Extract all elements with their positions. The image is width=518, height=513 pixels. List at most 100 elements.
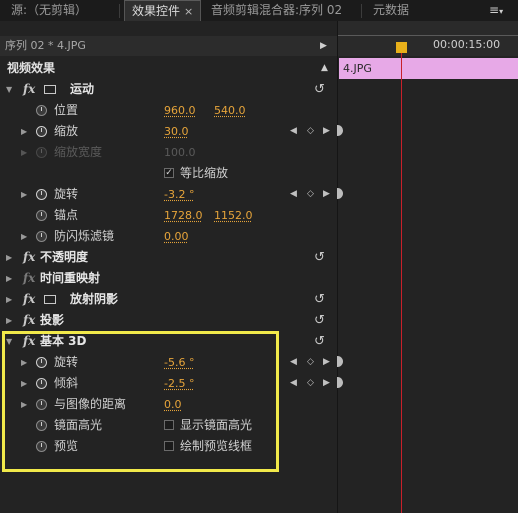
property-row-rotation: ▶ 旋转 -3.2 ° ◀ ◇ ▶ <box>0 184 337 205</box>
twirl-closed-icon[interactable]: ▶ <box>6 268 12 289</box>
effect-row-drop-shadow[interactable]: ▶ fx 投影 ↺ <box>0 310 337 331</box>
keyframe-marker[interactable] <box>337 356 343 367</box>
stopwatch-icon[interactable] <box>36 378 47 389</box>
effect-row-opacity[interactable]: ▶ fx 不透明度 ↺ <box>0 247 337 268</box>
property-label: 与图像的距离 <box>54 397 127 411</box>
show-timeline-arrow-icon[interactable]: ▶ <box>320 36 327 56</box>
effect-row-radial-shadow[interactable]: ▶ fx 放射阴影 ↺ <box>0 289 337 310</box>
stopwatch-icon[interactable] <box>36 420 47 431</box>
keyframe-marker[interactable] <box>337 125 343 136</box>
scale-value[interactable]: 30.0 <box>164 121 189 142</box>
add-keyframe-icon[interactable]: ◇ <box>307 121 314 142</box>
clip-bar[interactable]: 4.JPG <box>339 58 505 79</box>
prev-keyframe-icon[interactable]: ◀ <box>290 121 297 142</box>
tab-metadata[interactable]: 元数据 <box>366 0 416 21</box>
transform-handle-icon[interactable] <box>44 85 56 94</box>
twirl-closed-icon[interactable]: ▶ <box>21 394 27 415</box>
position-x-value[interactable]: 960.0 <box>164 100 196 121</box>
fx-toggle-icon: fx <box>23 271 36 285</box>
prev-keyframe-icon[interactable]: ◀ <box>290 352 297 373</box>
fx-toggle-icon[interactable]: fx <box>23 247 35 268</box>
property-row-swivel: ▶ 旋转 -5.6 ° ◀ ◇ ▶ <box>0 352 337 373</box>
anchor-x-value[interactable]: 1728.0 <box>164 205 203 226</box>
keyframe-marker[interactable] <box>337 377 343 388</box>
antiflicker-value[interactable]: 0.00 <box>164 226 189 247</box>
anchor-y-value[interactable]: 1152.0 <box>214 205 253 226</box>
distance-value[interactable]: 0.0 <box>164 394 182 415</box>
transform-handle-icon[interactable] <box>44 295 56 304</box>
panel-tab-bar: 源:（无剪辑） 效果控件 × 音频剪辑混合器:序列 02 元数据 ≡▾ <box>0 0 518 22</box>
tab-audio-clip-mixer[interactable]: 音频剪辑混合器:序列 02 <box>204 0 349 21</box>
next-keyframe-icon[interactable]: ▶ <box>323 352 330 373</box>
fx-toggle-icon[interactable]: fx <box>23 331 35 352</box>
stopwatch-icon[interactable] <box>36 357 47 368</box>
twirl-open-icon[interactable]: ▼ <box>6 79 12 100</box>
effect-row-basic3d[interactable]: ▼ fx 基本 3D ↺ <box>0 331 337 352</box>
specular-option-label: 显示镜面高光 <box>180 418 253 432</box>
preview-wireframe-checkbox[interactable] <box>164 441 174 451</box>
next-keyframe-icon[interactable]: ▶ <box>323 121 330 142</box>
timeline-zoom-bar[interactable] <box>338 21 518 36</box>
property-label: 位置 <box>54 103 79 117</box>
twirl-closed-icon[interactable]: ▶ <box>6 247 12 268</box>
prev-keyframe-icon[interactable]: ◀ <box>290 373 297 394</box>
specular-checkbox[interactable] <box>164 420 174 430</box>
twirl-closed-icon[interactable]: ▶ <box>6 310 12 331</box>
next-keyframe-icon[interactable]: ▶ <box>323 184 330 205</box>
property-row-scale: ▶ 缩放 30.0 ◀ ◇ ▶ <box>0 121 337 142</box>
panel-menu-icon[interactable]: ≡▾ <box>482 0 510 21</box>
clip-name: 4.JPG <box>343 62 372 75</box>
reset-icon[interactable]: ↺ <box>314 79 325 100</box>
twirl-closed-icon[interactable]: ▶ <box>21 352 27 373</box>
stopwatch-icon[interactable] <box>36 231 47 242</box>
collapse-up-icon[interactable]: ▲ <box>321 58 328 78</box>
position-y-value[interactable]: 540.0 <box>214 100 246 121</box>
property-label: 防闪烁滤镜 <box>54 229 115 243</box>
prev-keyframe-icon[interactable]: ◀ <box>290 184 297 205</box>
fx-toggle-icon[interactable]: fx <box>23 310 35 331</box>
timeline-ruler[interactable]: 00:00:15:00 <box>338 36 518 56</box>
stopwatch-icon[interactable] <box>36 441 47 452</box>
stopwatch-icon[interactable] <box>36 189 47 200</box>
tab-effect-controls-label: 效果控件 <box>132 4 181 18</box>
tab-effect-controls[interactable]: 效果控件 × <box>124 0 202 22</box>
fx-toggle-icon[interactable]: fx <box>23 289 35 310</box>
swivel-value[interactable]: -5.6 ° <box>164 352 194 373</box>
keyframe-marker[interactable] <box>337 188 343 199</box>
stopwatch-icon[interactable] <box>36 399 47 410</box>
tab-metadata-label: 元数据 <box>373 3 410 17</box>
effect-row-motion[interactable]: ▼ fx 运动 ↺ <box>0 79 337 100</box>
playhead-handle-icon[interactable] <box>396 42 407 53</box>
next-keyframe-icon[interactable]: ▶ <box>323 373 330 394</box>
property-row-anchor: 锚点 1728.0 1152.0 <box>0 205 337 226</box>
property-label: 缩放宽度 <box>54 145 103 159</box>
twirl-closed-icon[interactable]: ▶ <box>21 226 27 247</box>
reset-icon[interactable]: ↺ <box>314 247 325 268</box>
uniform-scale-checkbox[interactable]: ✓ <box>164 168 174 178</box>
property-row-scale-width: ▶ 缩放宽度 100.0 <box>0 142 337 163</box>
tab-source[interactable]: 源:（无剪辑） <box>4 0 94 21</box>
reset-icon[interactable]: ↺ <box>314 331 325 352</box>
add-keyframe-icon[interactable]: ◇ <box>307 184 314 205</box>
tab-audio-clip-mixer-label: 音频剪辑混合器:序列 02 <box>211 3 343 17</box>
twirl-closed-icon[interactable]: ▶ <box>21 373 27 394</box>
effect-row-time-remap[interactable]: ▶ fx 时间重映射 <box>0 268 337 289</box>
reset-icon[interactable]: ↺ <box>314 310 325 331</box>
add-keyframe-icon[interactable]: ◇ <box>307 352 314 373</box>
property-label: 缩放 <box>54 124 79 138</box>
reset-icon[interactable]: ↺ <box>314 289 325 310</box>
twirl-open-icon[interactable]: ▼ <box>6 331 12 352</box>
tilt-value[interactable]: -2.5 ° <box>164 373 194 394</box>
add-keyframe-icon[interactable]: ◇ <box>307 373 314 394</box>
close-icon[interactable]: × <box>184 5 193 18</box>
twirl-closed-icon[interactable]: ▶ <box>6 289 12 310</box>
playhead-line[interactable] <box>401 48 402 513</box>
stopwatch-icon[interactable] <box>36 105 47 116</box>
twirl-closed-icon[interactable]: ▶ <box>21 184 27 205</box>
twirl-closed-icon[interactable]: ▶ <box>21 121 27 142</box>
scale-width-value: 100.0 <box>164 146 196 159</box>
fx-toggle-icon[interactable]: fx <box>23 79 35 100</box>
stopwatch-icon[interactable] <box>36 126 47 137</box>
stopwatch-icon[interactable] <box>36 210 47 221</box>
rotation-value[interactable]: -3.2 ° <box>164 184 194 205</box>
